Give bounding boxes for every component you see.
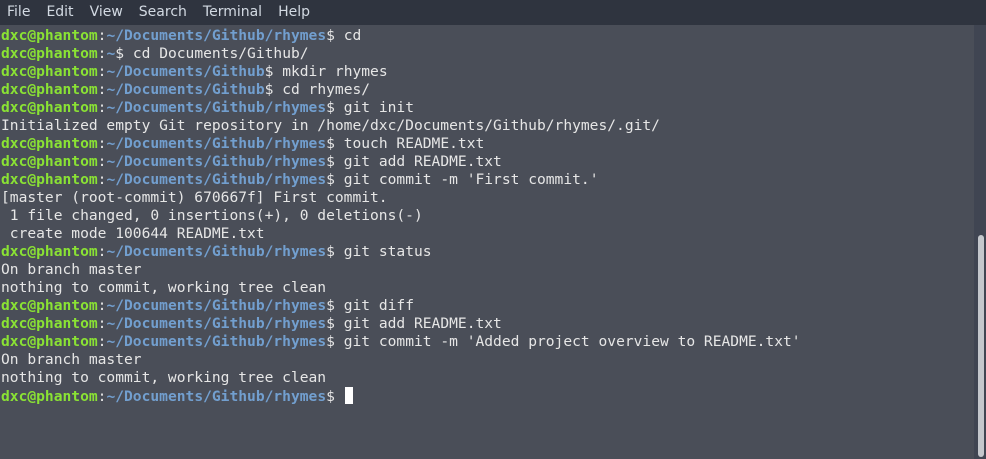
prompt-path: ~/Documents/Github/rhymes xyxy=(106,99,327,116)
prompt-line: dxc@phantom:~/Documents/Github$ cd rhyme… xyxy=(1,81,974,99)
prompt-symbol: $ xyxy=(326,153,335,170)
output-line: On branch master xyxy=(1,351,142,368)
prompt-user: dxc@phantom xyxy=(1,135,98,152)
output-line: nothing to commit, working tree clean xyxy=(1,369,327,386)
prompt-user: dxc@phantom xyxy=(1,45,98,62)
command-text: git init xyxy=(334,99,414,116)
command-text: cd xyxy=(334,27,362,44)
prompt-line: dxc@phantom:~/Documents/Github/rhymes$ g… xyxy=(1,171,974,189)
prompt-user: dxc@phantom xyxy=(1,388,98,405)
prompt-path: ~/Documents/Github/rhymes xyxy=(106,315,327,332)
prompt-path: ~/Documents/Github/rhymes xyxy=(106,27,327,44)
prompt-path: ~ xyxy=(106,45,116,62)
prompt-path: ~/Documents/Github/rhymes xyxy=(106,388,327,405)
prompt-symbol: $ xyxy=(326,171,335,188)
prompt-user: dxc@phantom xyxy=(1,333,98,350)
prompt-line: dxc@phantom:~/Documents/Github/rhymes$ g… xyxy=(1,333,974,351)
prompt-line: dxc@phantom:~/Documents/Github/rhymes$ xyxy=(1,387,974,405)
command-text: git status xyxy=(334,243,432,260)
command-text: git add README.txt xyxy=(334,153,502,170)
output-line: nothing to commit, working tree clean xyxy=(1,279,327,296)
command-text: mkdir rhymes xyxy=(273,63,388,80)
prompt-symbol: $ xyxy=(326,315,335,332)
prompt-symbol: $ xyxy=(326,388,335,405)
command-text: git diff xyxy=(334,297,414,314)
prompt-line: dxc@phantom:~/Documents/Github/rhymes$ g… xyxy=(1,153,974,171)
output-line: Initialized empty Git repository in /hom… xyxy=(1,117,660,134)
prompt-user: dxc@phantom xyxy=(1,243,98,260)
prompt-symbol: $ xyxy=(115,45,125,62)
output-line: On branch master xyxy=(1,261,142,278)
prompt-symbol: $ xyxy=(326,135,335,152)
prompt-path: ~/Documents/Github/rhymes xyxy=(106,135,327,152)
terminal-output[interactable]: dxc@phantom:~/Documents/Github/rhymes$ c… xyxy=(0,25,974,459)
command-text: git commit -m 'First commit.' xyxy=(334,171,599,188)
command-text: git commit -m 'Added project overview to… xyxy=(334,333,801,350)
prompt-path: ~/Documents/Github/rhymes xyxy=(106,297,327,314)
prompt-user: dxc@phantom xyxy=(1,315,98,332)
prompt-user: dxc@phantom xyxy=(1,153,98,170)
output-line: create mode 100644 README.txt xyxy=(1,225,265,242)
prompt-symbol: $ xyxy=(326,27,335,44)
prompt-line: dxc@phantom:~/Documents/Github/rhymes$ g… xyxy=(1,297,974,315)
vertical-scrollbar[interactable] xyxy=(974,25,986,459)
prompt-symbol: $ xyxy=(326,333,335,350)
menu-file[interactable]: File xyxy=(0,0,38,25)
command-text: cd rhymes/ xyxy=(273,81,371,98)
prompt-path: ~/Documents/Github xyxy=(106,81,265,98)
command-text: cd Documents/Github/ xyxy=(124,45,309,62)
prompt-path: ~/Documents/Github xyxy=(106,63,265,80)
prompt-line: dxc@phantom:~/Documents/Github/rhymes$ g… xyxy=(1,315,974,333)
prompt-line: dxc@phantom:~/Documents/Github/rhymes$ g… xyxy=(1,243,974,261)
prompt-line: dxc@phantom:~/Documents/Github/rhymes$ c… xyxy=(1,27,974,45)
text-cursor xyxy=(344,387,353,404)
prompt-symbol: $ xyxy=(326,243,335,260)
menu-search[interactable]: Search xyxy=(131,0,195,25)
menu-terminal[interactable]: Terminal xyxy=(195,0,270,25)
command-text xyxy=(335,388,344,405)
prompt-line: dxc@phantom:~/Documents/Github/rhymes$ g… xyxy=(1,99,974,117)
prompt-user: dxc@phantom xyxy=(1,171,98,188)
menu-bar: File Edit View Search Terminal Help xyxy=(0,0,986,25)
prompt-line: dxc@phantom:~$ cd Documents/Github/ xyxy=(1,45,974,63)
command-text: touch README.txt xyxy=(334,135,485,152)
prompt-user: dxc@phantom xyxy=(1,63,98,80)
scrollbar-thumb[interactable] xyxy=(978,235,984,457)
prompt-user: dxc@phantom xyxy=(1,99,98,116)
prompt-path: ~/Documents/Github/rhymes xyxy=(106,153,327,170)
prompt-line: dxc@phantom:~/Documents/Github/rhymes$ t… xyxy=(1,135,974,153)
command-text: git add README.txt xyxy=(334,315,502,332)
prompt-user: dxc@phantom xyxy=(1,27,98,44)
output-line: [master (root-commit) 670667f] First com… xyxy=(1,189,388,206)
menu-help[interactable]: Help xyxy=(270,0,318,25)
prompt-user: dxc@phantom xyxy=(1,81,98,98)
prompt-path: ~/Documents/Github/rhymes xyxy=(106,243,327,260)
output-line: 1 file changed, 0 insertions(+), 0 delet… xyxy=(1,207,423,224)
prompt-symbol: $ xyxy=(326,99,335,116)
menu-view[interactable]: View xyxy=(82,0,131,25)
prompt-symbol: $ xyxy=(326,297,335,314)
menu-edit[interactable]: Edit xyxy=(38,0,81,25)
prompt-user: dxc@phantom xyxy=(1,297,98,314)
prompt-path: ~/Documents/Github/rhymes xyxy=(106,171,327,188)
prompt-line: dxc@phantom:~/Documents/Github$ mkdir rh… xyxy=(1,63,974,81)
prompt-path: ~/Documents/Github/rhymes xyxy=(106,333,327,350)
terminal-window: File Edit View Search Terminal Help dxc@… xyxy=(0,0,986,459)
